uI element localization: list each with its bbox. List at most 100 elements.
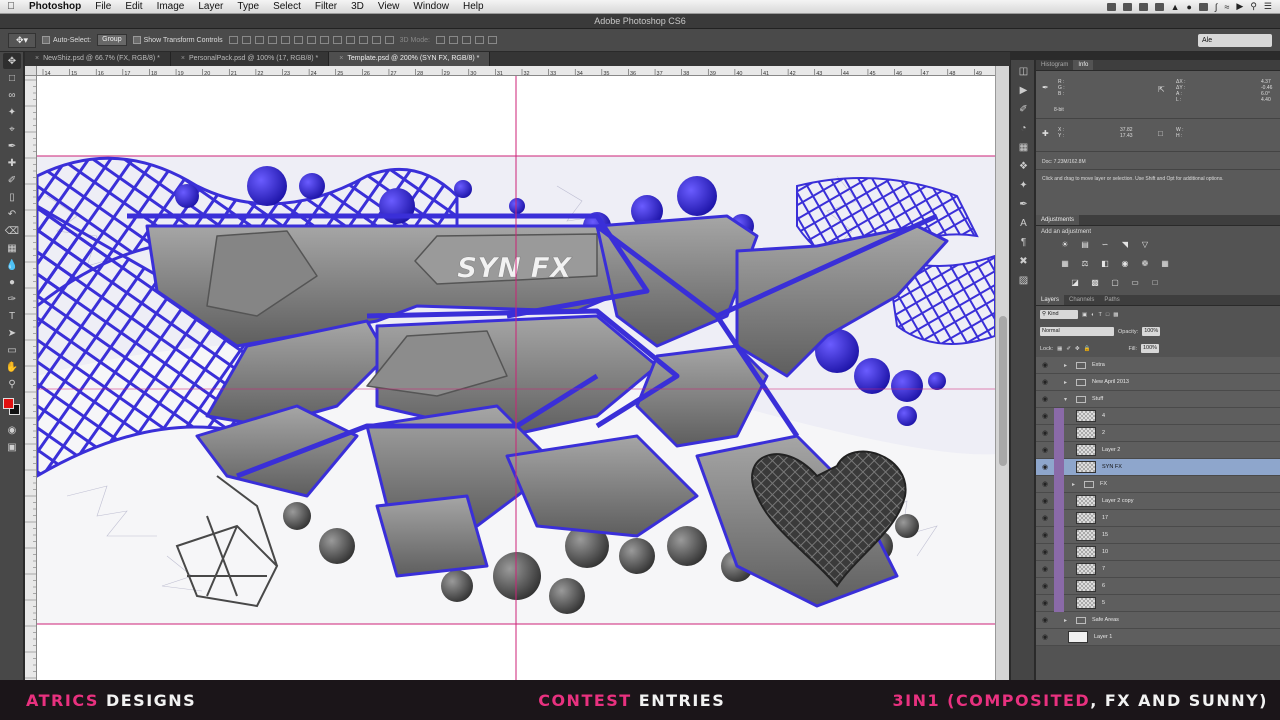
visibility-eye-icon[interactable]: ◉ <box>1036 429 1054 437</box>
layer-row[interactable]: ◉ 4 <box>1036 407 1280 425</box>
black-white-icon[interactable]: ◧ <box>1100 259 1110 268</box>
layer-name[interactable]: Layer 2 copy <box>1102 498 1134 504</box>
layer-name[interactable]: FX <box>1100 481 1107 487</box>
brush-presets-icon[interactable]: ✐ <box>1015 102 1032 117</box>
dodge-tool-icon[interactable]: ● <box>3 274 21 290</box>
distribute-right-icon[interactable] <box>371 36 381 44</box>
layer-name[interactable]: 4 <box>1102 413 1105 419</box>
chevron-right-icon[interactable]: ▸ <box>1064 617 1072 624</box>
quick-select-tool-icon[interactable]: ✦ <box>3 104 21 120</box>
app-status-icon[interactable] <box>1122 2 1132 11</box>
layer-row[interactable]: ◉ Layer 2 <box>1036 441 1280 459</box>
gradient-map-icon[interactable]: ▭ <box>1130 278 1140 287</box>
gradient-tool-icon[interactable]: ▦ <box>3 240 21 256</box>
app-status-icon-3[interactable] <box>1154 2 1164 11</box>
fill-field[interactable]: 100% <box>1141 344 1159 353</box>
visibility-eye-icon[interactable]: ◉ <box>1036 446 1054 454</box>
layer-row[interactable]: ◉ ▸ New April 2013 <box>1036 374 1280 391</box>
blur-tool-icon[interactable]: 💧 <box>3 257 21 273</box>
layer-kind-filter[interactable]: ⚲ Kind <box>1040 310 1078 319</box>
eraser-tool-icon[interactable]: ⌫ <box>3 223 21 239</box>
close-icon[interactable]: × <box>35 55 39 62</box>
vertical-ruler[interactable] <box>25 76 37 680</box>
pen-tool-icon[interactable]: ✑ <box>3 291 21 307</box>
paragraph-icon[interactable]: ¶ <box>1015 235 1032 250</box>
clone-source-icon[interactable]: ✦ <box>1015 178 1032 193</box>
path-select-tool-icon[interactable]: ➤ <box>3 325 21 341</box>
tools-icon[interactable]: ✖ <box>1015 254 1032 269</box>
foreground-color-swatch[interactable] <box>3 398 14 409</box>
tab-layers[interactable]: Layers <box>1036 295 1065 305</box>
auto-select-option[interactable]: Auto-Select: <box>42 36 91 44</box>
layer-name[interactable]: 2 <box>1102 430 1105 436</box>
visibility-eye-icon[interactable]: ◉ <box>1036 378 1054 386</box>
layer-name[interactable]: Layer 2 <box>1102 447 1120 453</box>
shape-tool-icon[interactable]: ▭ <box>3 342 21 358</box>
3d-roll-icon[interactable] <box>448 36 458 44</box>
layer-name[interactable]: Layer 1 <box>1094 634 1112 640</box>
wifi-icon[interactable]: ≈ <box>1224 2 1229 12</box>
visibility-eye-icon[interactable]: ◉ <box>1036 480 1054 488</box>
tab-channels[interactable]: Channels <box>1064 295 1099 305</box>
marquee-tool-icon[interactable]: □ <box>3 70 21 86</box>
menu-help[interactable]: Help <box>456 0 491 14</box>
visibility-eye-icon[interactable]: ◉ <box>1036 514 1054 522</box>
opacity-field[interactable]: 100% <box>1142 327 1161 336</box>
tool-presets-icon[interactable]: ✒ <box>1015 197 1032 212</box>
chevron-right-icon[interactable]: ▸ <box>1064 379 1072 386</box>
visibility-eye-icon[interactable]: ◉ <box>1036 361 1054 369</box>
hue-saturation-icon[interactable]: ▦ <box>1060 259 1070 268</box>
layer-row[interactable]: ◉ ▸ Extra <box>1036 357 1280 374</box>
search-icon[interactable]: ⚲ <box>1250 1 1257 12</box>
menu-edit[interactable]: Edit <box>118 0 149 14</box>
layer-name[interactable]: 6 <box>1102 583 1105 589</box>
3d-slide-icon[interactable] <box>474 36 484 44</box>
visibility-eye-icon[interactable]: ◉ <box>1036 463 1054 471</box>
visibility-eye-icon[interactable]: ◉ <box>1036 531 1054 539</box>
lasso-tool-icon[interactable]: ∞ <box>3 87 21 103</box>
lock-all-icon[interactable]: 🔒 <box>1084 346 1091 352</box>
layer-name[interactable]: 10 <box>1102 549 1108 555</box>
layer-name[interactable]: Extra <box>1092 362 1105 368</box>
menu-window[interactable]: Window <box>406 0 456 14</box>
eyedropper-tool-icon[interactable]: ✒ <box>3 138 21 154</box>
lock-paint-icon[interactable]: ✐ <box>1066 346 1071 352</box>
lock-transparency-icon[interactable]: ▦ <box>1057 346 1062 352</box>
layer-row[interactable]: ◉ ▾ Stuff <box>1036 391 1280 408</box>
layer-row[interactable]: ◉ 10 <box>1036 543 1280 561</box>
tab-histogram[interactable]: Histogram <box>1036 60 1073 70</box>
dropbox-icon[interactable] <box>1106 2 1116 11</box>
menu-3d[interactable]: 3D <box>344 0 371 14</box>
visibility-eye-icon[interactable]: ◉ <box>1036 616 1054 624</box>
layer-row[interactable]: ◉ 15 <box>1036 526 1280 544</box>
menu-layer[interactable]: Layer <box>191 0 230 14</box>
filter-type-icon[interactable]: T <box>1099 312 1102 318</box>
menu-file[interactable]: File <box>88 0 118 14</box>
levels-icon[interactable]: ▤ <box>1080 240 1090 249</box>
vertical-scrollbar[interactable] <box>995 66 1009 680</box>
layer-name[interactable]: 15 <box>1102 532 1108 538</box>
visibility-eye-icon[interactable]: ◉ <box>1036 497 1054 505</box>
ruler-origin[interactable] <box>25 66 37 76</box>
menu-type[interactable]: Type <box>230 0 266 14</box>
tab-template[interactable]: × Template.psd @ 200% (SYN FX, RGB/8) * <box>329 52 491 66</box>
layer-row[interactable]: ◉ Layer 2 copy <box>1036 492 1280 510</box>
layer-row[interactable]: ◉ 5 <box>1036 594 1280 612</box>
visibility-eye-icon[interactable]: ◉ <box>1036 395 1054 403</box>
stamp-tool-icon[interactable]: ▯ <box>3 189 21 205</box>
history-icon[interactable]: ◫ <box>1015 64 1032 79</box>
menu-select[interactable]: Select <box>266 0 308 14</box>
chevron-right-icon[interactable]: ▸ <box>1072 481 1080 488</box>
3d-pan-icon[interactable] <box>461 36 471 44</box>
close-icon[interactable]: × <box>181 55 185 62</box>
brush-tool-icon[interactable]: ✐ <box>3 172 21 188</box>
transform-controls-checkbox[interactable] <box>132 36 141 44</box>
layer-name[interactable]: New April 2013 <box>1092 379 1129 385</box>
menu-filter[interactable]: Filter <box>308 0 344 14</box>
tool-preset-picker[interactable]: ✥▾ <box>8 32 36 48</box>
droplet-icon[interactable]: ● <box>1187 2 1192 12</box>
menu-image[interactable]: Image <box>150 0 192 14</box>
app-status-icon-2[interactable] <box>1138 2 1148 11</box>
chevron-right-icon[interactable]: ▸ <box>1064 362 1072 369</box>
invert-icon[interactable]: ◪ <box>1070 278 1080 287</box>
